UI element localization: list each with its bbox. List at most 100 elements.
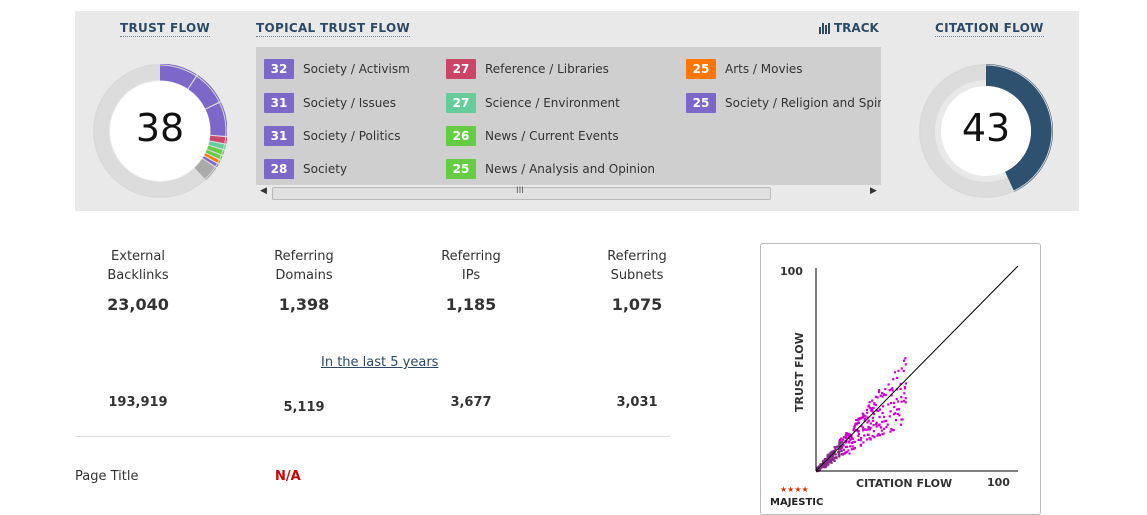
- majestic-stars-icon: ★★★★: [780, 485, 809, 494]
- scatter-point: [893, 371, 897, 374]
- stat-value: 1,075: [611, 295, 663, 314]
- scatter-point: [846, 445, 849, 448]
- scatter-point: [859, 439, 862, 442]
- topic-item[interactable]: 31 Society / Issues: [264, 93, 396, 113]
- scatter-point: [868, 401, 871, 404]
- topic-label: News / Analysis and Opinion: [485, 162, 656, 176]
- divider: [75, 436, 670, 437]
- scatter-point: [866, 421, 869, 424]
- topic-item[interactable]: 25 Society / Religion and Spirituality: [686, 93, 881, 113]
- scatter-point: [875, 423, 878, 426]
- history-link[interactable]: In the last 5 years: [321, 355, 438, 370]
- scatter-point: [892, 378, 895, 381]
- stat-historic-value: 3,031: [616, 395, 658, 410]
- topic-label: Society / Issues: [303, 96, 397, 110]
- scatter-point: [891, 428, 894, 432]
- scatter-point: [904, 397, 907, 400]
- scatter-point: [866, 433, 869, 436]
- scroll-grip-icon: III: [516, 186, 524, 196]
- scatter-x-label: CITATION FLOW: [856, 477, 952, 490]
- stat-label: Referring IPs: [406, 247, 536, 285]
- scatter-point: [859, 444, 862, 447]
- page-title-value: N/A: [275, 469, 301, 484]
- topic-score-badge: 28: [264, 159, 294, 179]
- scroll-right-icon[interactable]: ▶: [870, 186, 877, 196]
- topic-label: Reference / Libraries: [485, 62, 609, 76]
- stat-label-line: External: [111, 249, 165, 264]
- topic-label: Science / Environment: [485, 96, 620, 110]
- scatter-point: [863, 434, 866, 437]
- topic-item[interactable]: 32 Society / Activism: [264, 59, 410, 79]
- scatter-point: [853, 440, 857, 443]
- scatter-point: [903, 386, 906, 389]
- scatter-point: [883, 420, 886, 423]
- scatter-point: [896, 412, 899, 416]
- scatter-point: [884, 394, 887, 397]
- scatter-point: [868, 406, 871, 409]
- scatter-point: [882, 405, 885, 408]
- stat-label-line: Backlinks: [107, 268, 169, 283]
- scatter-point: [867, 427, 870, 430]
- citation-flow-value: 43: [961, 106, 1011, 150]
- track-button[interactable]: TRACK: [819, 21, 879, 35]
- scatter-point: [835, 445, 839, 448]
- scatter-point: [903, 392, 906, 395]
- topic-item[interactable]: 25 News / Analysis and Opinion: [446, 159, 655, 179]
- scatter-point: [871, 399, 874, 402]
- flow-metrics-scatter: 100 100 CITATION FLOW TRUST FLOW MAJESTI…: [760, 243, 1041, 515]
- track-label: TRACK: [834, 21, 879, 35]
- scatter-point: [857, 419, 860, 422]
- topic-label: Society / Religion and Spirituality: [725, 96, 881, 110]
- scatter-point: [835, 456, 838, 459]
- trust-flow-ring: 38: [92, 63, 228, 199]
- scatter-point: [872, 430, 876, 433]
- scatter-point: [897, 400, 900, 403]
- scatter-point: [855, 418, 858, 422]
- topical-trust-flow-header[interactable]: TOPICAL TRUST FLOW: [256, 21, 410, 37]
- topic-item[interactable]: 28 Society: [264, 159, 347, 179]
- topic-item[interactable]: 25 Arts / Movies: [686, 59, 803, 79]
- scatter-point: [904, 357, 907, 360]
- scatter-point: [869, 409, 872, 412]
- scatter-point: [884, 388, 887, 391]
- scroll-left-icon[interactable]: ◀: [260, 186, 267, 196]
- topic-item[interactable]: 27 Science / Environment: [446, 93, 620, 113]
- scatter-point: [878, 389, 881, 392]
- majestic-logo: MAJESTIC ★★★★: [770, 485, 823, 508]
- topic-item[interactable]: 27 Reference / Libraries: [446, 59, 609, 79]
- scatter-point: [848, 452, 851, 455]
- scatter-point: [902, 399, 906, 403]
- scatter-point: [881, 395, 884, 398]
- citation-flow-ring: 43: [919, 64, 1053, 198]
- topic-item[interactable]: 31 Society / Politics: [264, 126, 400, 146]
- citation-flow-header[interactable]: CITATION FLOW: [935, 21, 1044, 37]
- topics-scrollbar[interactable]: ◀ III ▶: [256, 185, 881, 201]
- scatter-point: [857, 434, 860, 438]
- stat-label: Referring Subnets: [572, 247, 702, 285]
- scatter-point: [902, 369, 905, 373]
- stat-label: Referring Domains: [239, 247, 369, 285]
- scatter-point: [871, 416, 874, 419]
- stat-label-line: Referring: [274, 249, 334, 264]
- scroll-thumb[interactable]: III: [272, 186, 771, 200]
- scatter-point: [900, 400, 903, 403]
- scatter-point: [904, 382, 907, 385]
- scatter-point: [855, 423, 858, 426]
- scatter-point: [866, 411, 869, 414]
- scatter-point: [857, 438, 860, 441]
- scatter-point: [881, 392, 884, 395]
- trust-flow-header[interactable]: TRUST FLOW: [120, 21, 211, 37]
- scatter-point: [857, 417, 860, 420]
- topic-label: Arts / Movies: [725, 62, 803, 76]
- scatter-point: [863, 417, 867, 420]
- scatter-point: [830, 450, 833, 453]
- scatter-point: [850, 448, 854, 451]
- topic-item[interactable]: 26 News / Current Events: [446, 126, 619, 146]
- scatter-point: [890, 388, 893, 391]
- stat-label: External Backlinks: [73, 247, 203, 285]
- stat-value: 1,185: [445, 295, 497, 314]
- scatter-point: [840, 446, 843, 449]
- scatter-point: [881, 411, 884, 415]
- stat-label-line: Referring: [607, 249, 667, 264]
- scatter-point: [889, 410, 892, 413]
